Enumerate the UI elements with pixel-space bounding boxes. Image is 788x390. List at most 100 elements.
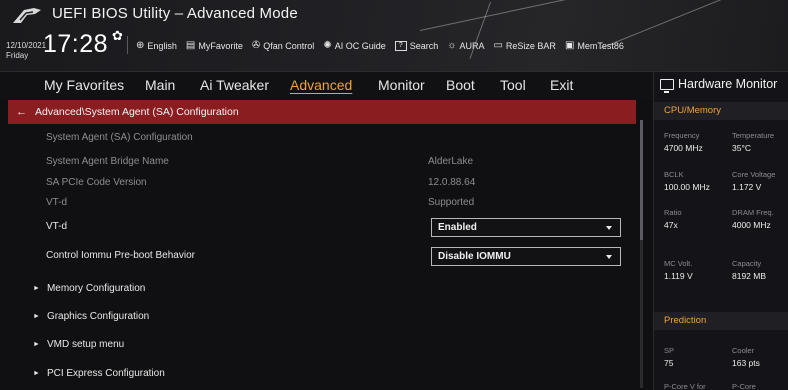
hw-value-capacity: 8192 MB [732,271,767,281]
aura-label: AURA [459,41,485,51]
weekday-text: Friday [6,51,29,60]
tab-ai-tweaker[interactable]: Ai Tweaker [200,77,269,93]
chevron-down-icon [606,226,612,230]
submenu-arrow-icon: ► [33,285,40,292]
hw-value-ratio: 47x [664,220,678,230]
hw-label-core-voltage: Core Voltage [732,170,776,179]
hw-value-temperature: 35°C [732,143,751,153]
chevron-down-icon [606,255,612,259]
hw-label-cooler: Cooler [732,346,755,355]
date-display[interactable]: 12/10/2021 Friday [6,41,46,61]
language-button[interactable]: ⊕ English [136,40,177,52]
section-prediction: Prediction [654,312,788,330]
qfan-control-button[interactable]: ✇ Qfan Control [251,40,315,52]
ai-oc-guide-button[interactable]: ✺ AI OC Guide [323,40,386,52]
hardware-monitor-title: Hardware Monitor [660,77,778,93]
info-value-vtd-support: Supported [428,197,475,208]
submenu-arrow-icon: ► [33,370,40,377]
hw-label-dram-freq: DRAM Freq. [732,208,774,217]
hw-label-pcore-v: P-Core V for [664,382,706,390]
globe-icon: ⊕ [136,40,145,51]
tab-tool[interactable]: Tool [500,77,526,93]
hw-value-sp: 75 [664,358,674,368]
hw-value-frequency: 4700 MHz [664,143,703,153]
rog-logo-icon [13,8,41,23]
main-nav: My Favorites Main Ai Tweaker Advanced Mo… [0,72,653,100]
vtd-dropdown-value: Enabled [438,222,477,233]
submenu-vmd-setup-menu[interactable]: ► VMD setup menu [33,339,124,350]
toolbar: ⊕ English ▤ MyFavorite ✇ Qfan Control ✺ … [136,38,633,54]
tab-advanced[interactable]: Advanced [290,77,352,93]
search-icon: ? [394,41,407,51]
control-iommu-dropdown-value: Disable IOMMU [438,251,511,262]
decor-streak [419,0,655,31]
hw-value-bclk: 100.00 MHz [664,182,710,192]
resize-bar-button[interactable]: ▭ ReSize BAR [493,40,556,52]
tab-my-favorites[interactable]: My Favorites [44,77,124,93]
hw-label-ratio: Ratio [664,208,682,217]
info-label-bridge-name: System Agent Bridge Name [46,156,169,167]
myfavorite-label: MyFavorite [198,41,243,51]
hw-value-mc-volt: 1.119 V [664,271,693,281]
hw-value-core-voltage: 1.172 V [732,182,762,192]
ai-oc-guide-label: AI OC Guide [334,41,386,51]
aura-button[interactable]: ☼ AURA [447,40,485,52]
fan-icon: ✇ [251,40,261,51]
settings-gear-icon[interactable]: ✿ [112,28,123,44]
header-bar: UEFI BIOS Utility – Advanced Mode 12/10/… [0,0,788,72]
submenu-label: PCI Express Configuration [46,368,165,379]
search-button[interactable]: ? Search [394,41,438,51]
hw-label-pcore: P-Core [732,382,756,390]
hw-label-temperature: Temperature [732,131,775,140]
hw-label-sp: SP [664,346,675,355]
submenu-graphics-configuration[interactable]: ► Graphics Configuration [33,311,149,322]
hw-value-dram-freq: 4000 MHz [732,220,771,230]
info-value-sa-pcie-code-version: 12.0.88.64 [428,177,476,188]
hardware-monitor-label: Hardware Monitor [678,77,778,91]
tab-boot[interactable]: Boot [446,77,475,93]
time-display[interactable]: 17:28 [43,30,108,59]
setting-label-vtd: VT-d [46,221,68,232]
app-title: UEFI BIOS Utility – Advanced Mode [52,5,298,22]
info-label-sa-pcie-code-version: SA PCIe Code Version [46,177,147,188]
main-panel: ← Advanced\System Agent (SA) Configurati… [0,100,653,390]
tab-monitor[interactable]: Monitor [378,77,425,93]
language-label: English [147,41,177,51]
hardware-monitor-panel: Hardware Monitor CPU/Memory Frequency 47… [653,72,788,390]
memtest-icon: ▣ [564,40,575,51]
hw-label-mc-volt: MC Volt. [664,259,693,268]
submenu-memory-configuration[interactable]: ► Memory Configuration [33,283,145,294]
qfan-control-label: Qfan Control [263,41,315,51]
memtest86-label: MemTest86 [577,41,624,51]
toolbar-divider [127,36,128,54]
ai-oc-icon: ✺ [323,40,332,51]
info-label-vtd-support: VT-d [46,197,68,208]
memtest86-button[interactable]: ▣ MemTest86 [564,40,624,52]
breadcrumb[interactable]: ← Advanced\System Agent (SA) Configurati… [8,100,636,124]
resizebar-icon: ▭ [493,40,503,51]
submenu-label: Graphics Configuration [46,311,150,322]
info-value-bridge-name: AlderLake [428,156,474,167]
setting-label-control-iommu: Control Iommu Pre-boot Behavior [46,250,195,261]
vtd-dropdown[interactable]: Enabled [431,218,621,237]
resize-bar-label: ReSize BAR [505,41,556,51]
myfavorite-icon: ▤ [185,40,196,51]
hw-label-bclk: BCLK [664,170,684,179]
submenu-pci-express-configuration[interactable]: ► PCI Express Configuration [33,368,165,379]
hw-value-cooler: 163 pts [732,358,760,368]
control-iommu-dropdown[interactable]: Disable IOMMU [431,247,621,266]
back-arrow-icon[interactable]: ← [16,106,27,118]
aura-icon: ☼ [447,40,457,51]
main-scrollbar[interactable] [640,120,643,388]
date-text: 12/10/2021 [6,41,47,50]
scrollbar-thumb[interactable] [640,120,643,240]
tab-exit[interactable]: Exit [550,77,573,93]
monitor-icon [660,78,674,93]
section-heading: System Agent (SA) Configuration [46,132,193,143]
myfavorite-button[interactable]: ▤ MyFavorite [185,40,243,52]
tab-main[interactable]: Main [145,77,175,93]
hw-label-capacity: Capacity [732,259,762,268]
submenu-arrow-icon: ► [33,313,40,320]
breadcrumb-label: Advanced\System Agent (SA) Configuration [35,106,239,118]
section-cpu-memory: CPU/Memory [654,102,788,120]
